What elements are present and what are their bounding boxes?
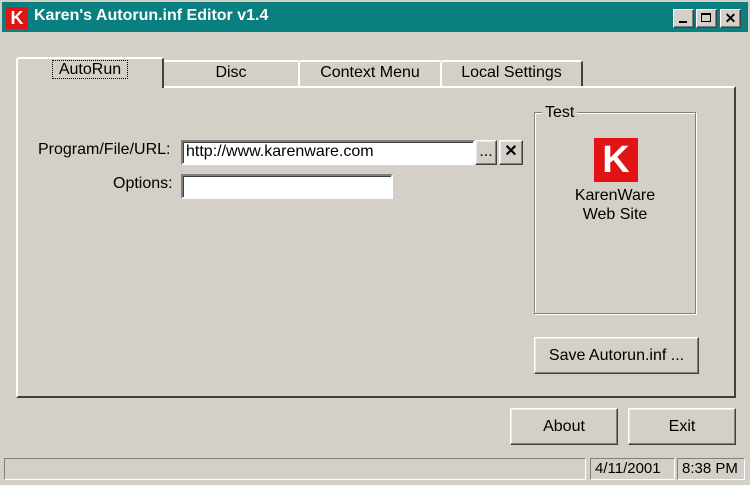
minimize-button[interactable]: [673, 9, 694, 28]
about-button[interactable]: About: [510, 408, 618, 445]
status-date: 4/11/2001: [590, 458, 675, 480]
tab-local-settings[interactable]: Local Settings: [440, 60, 583, 86]
tab-autorun-label: AutoRun: [51, 60, 129, 79]
close-button[interactable]: ✕: [720, 9, 741, 28]
status-time: 8:38 PM: [677, 458, 745, 480]
exit-button[interactable]: Exit: [628, 408, 736, 445]
maximize-button[interactable]: [696, 9, 717, 28]
tab-context-menu-label: Context Menu: [320, 64, 420, 81]
window-title: Karen's Autorun.inf Editor v1.4: [34, 7, 269, 24]
close-icon: ✕: [724, 10, 737, 26]
tab-disc[interactable]: Disc: [162, 60, 300, 86]
app-window: K Karen's Autorun.inf Editor v1.4 ✕ Auto…: [0, 0, 750, 485]
tab-autorun[interactable]: AutoRun: [16, 57, 164, 88]
tab-disc-label: Disc: [215, 64, 247, 81]
maximize-icon: [701, 13, 711, 22]
tab-panel: [16, 86, 736, 398]
tab-context-menu[interactable]: Context Menu: [298, 60, 442, 86]
tab-local-settings-label: Local Settings: [461, 64, 562, 81]
status-panel-main: [4, 458, 586, 480]
title-bar[interactable]: K Karen's Autorun.inf Editor v1.4 ✕: [2, 2, 748, 32]
minimize-icon: [679, 21, 687, 23]
app-logo-icon[interactable]: K: [6, 7, 28, 29]
